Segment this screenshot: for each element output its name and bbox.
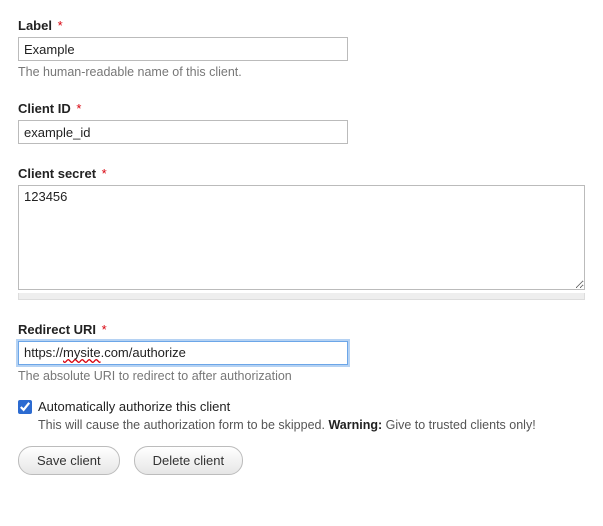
required-marker: * — [102, 166, 107, 181]
label-input[interactable] — [18, 37, 348, 61]
textarea-resizer[interactable] — [18, 293, 585, 300]
label-text: Client secret — [18, 166, 96, 181]
label-text: Redirect URI — [18, 322, 96, 337]
redirect-uri-field-label: Redirect URI * — [18, 322, 585, 337]
redirect-uri-description: The absolute URI to redirect to after au… — [18, 369, 585, 383]
redirect-uri-input[interactable] — [18, 341, 348, 365]
label-text: Client ID — [18, 101, 71, 116]
required-marker: * — [76, 101, 81, 116]
auto-authorize-label[interactable]: Automatically authorize this client — [38, 399, 230, 414]
save-button[interactable]: Save client — [18, 446, 120, 475]
desc-after: Give to trusted clients only! — [382, 418, 536, 432]
label-field-label: Label * — [18, 18, 585, 33]
label-text: Label — [18, 18, 52, 33]
client-id-input[interactable] — [18, 120, 348, 144]
auto-authorize-description: This will cause the authorization form t… — [38, 418, 585, 432]
client-id-field-label: Client ID * — [18, 101, 585, 116]
required-marker: * — [102, 322, 107, 337]
required-marker: * — [58, 18, 63, 33]
client-secret-field-label: Client secret * — [18, 166, 585, 181]
label-description: The human-readable name of this client. — [18, 65, 585, 79]
auto-authorize-checkbox[interactable] — [18, 400, 32, 414]
desc-before: This will cause the authorization form t… — [38, 418, 328, 432]
desc-warning: Warning: — [328, 418, 382, 432]
delete-button[interactable]: Delete client — [134, 446, 244, 475]
client-secret-textarea[interactable] — [18, 185, 585, 290]
